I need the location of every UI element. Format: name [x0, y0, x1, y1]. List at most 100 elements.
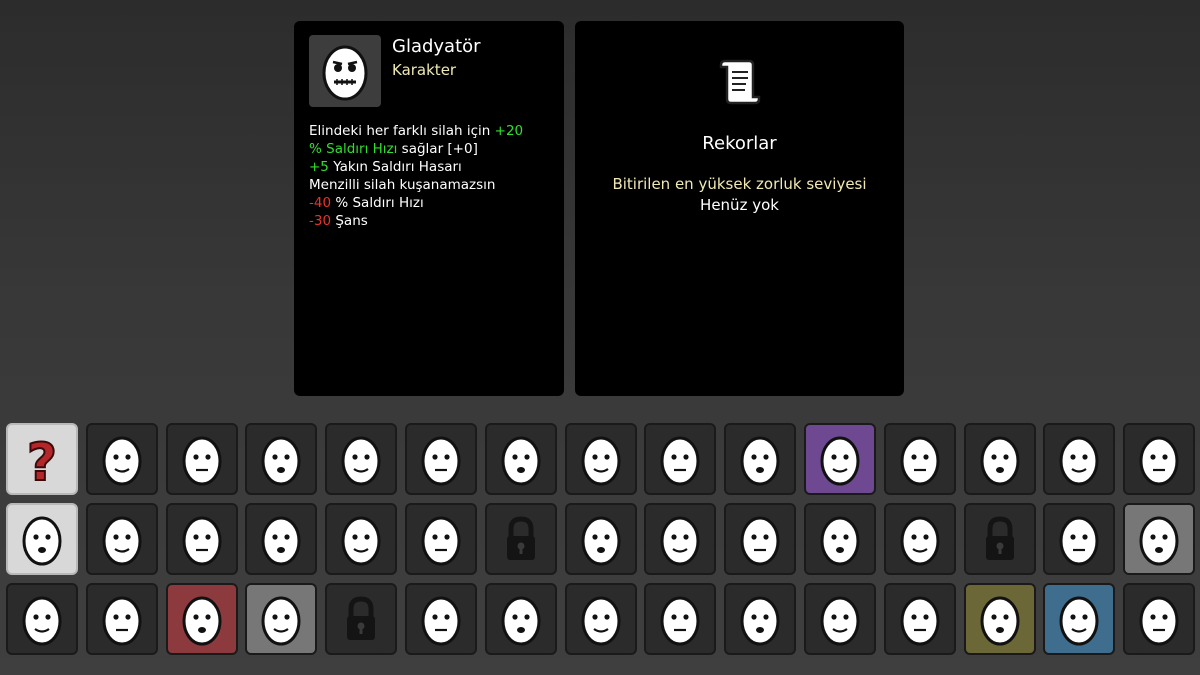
lock-icon [506, 516, 535, 560]
character-masked[interactable] [724, 503, 797, 575]
character-horned[interactable] [1123, 583, 1196, 655]
character-demon[interactable] [165, 583, 238, 655]
character-ghost[interactable] [245, 583, 318, 655]
effect-line: Elindeki her farklı silah için +20 [309, 122, 523, 140]
effect-text: Menzilli silah kuşanamazsın [309, 177, 496, 193]
potato-face-icon [900, 596, 940, 646]
potato-face-icon [501, 596, 541, 646]
potato-face-icon [740, 596, 780, 646]
character-calm[interactable] [724, 583, 797, 655]
potato-face-icon [980, 596, 1020, 646]
effect-text: Elindeki her farklı silah için [309, 123, 495, 139]
character-hairy[interactable] [644, 503, 717, 575]
character-knight[interactable] [564, 503, 637, 575]
effect-line: -30 Şans [309, 212, 523, 230]
potato-face-icon [900, 516, 940, 566]
character-sleepy[interactable] [405, 503, 477, 575]
character-drooling[interactable] [6, 583, 78, 655]
potato-face-icon [581, 516, 621, 566]
potato-face-icon [1059, 516, 1099, 566]
potato-face-icon [501, 436, 541, 486]
character-gladiator[interactable] [6, 503, 78, 575]
character-happy[interactable] [963, 423, 1036, 495]
effect-text: +20 [494, 123, 524, 139]
character-monocle[interactable] [325, 423, 398, 495]
effect-text: Yakın Saldırı Hasarı [328, 159, 462, 175]
records-title: Rekorlar [702, 133, 777, 154]
effect-line: -40 % Saldırı Hızı [309, 194, 523, 212]
effect-text: +5 [309, 159, 329, 175]
potato-face-icon [22, 516, 62, 566]
character-nerd[interactable] [1043, 503, 1116, 575]
character-ranger[interactable] [405, 583, 477, 655]
character-grid: ? [6, 423, 1196, 673]
potato-face-icon [102, 596, 142, 646]
effect-line: % Saldırı Hızı sağlar [+0] [309, 140, 523, 158]
character-cool-shades[interactable] [883, 583, 956, 655]
character-heart-eyes[interactable] [1123, 423, 1196, 495]
potato-face-icon [1059, 596, 1099, 646]
records-label: Bitirilen en yüksek zorluk seviyesi [612, 175, 867, 193]
character-furious[interactable] [963, 583, 1036, 655]
character-crying[interactable] [325, 503, 398, 575]
character-open-mouth[interactable] [883, 423, 956, 495]
effect-text: Şans [331, 213, 368, 229]
potato-face-icon [660, 596, 700, 646]
character-effects: Elindeki her farklı silah için +20% Sald… [309, 122, 523, 230]
potato-face-icon [660, 516, 700, 566]
effect-line: Menzilli silah kuşanamazsın [309, 176, 523, 194]
potato-face-icon [581, 436, 621, 486]
random-character[interactable]: ? [6, 423, 78, 495]
character-bruised[interactable] [165, 423, 238, 495]
character-rock[interactable] [484, 583, 557, 655]
character-flat[interactable] [85, 423, 158, 495]
effect-text: -40 [309, 195, 332, 211]
potato-face-icon [980, 436, 1020, 486]
character-spiked[interactable] [804, 583, 876, 655]
effect-text: % Saldırı Hızı [331, 195, 424, 211]
character-sweaty[interactable] [165, 503, 238, 575]
potato-face-icon [740, 516, 780, 566]
potato-face-icon [102, 516, 142, 566]
character-wide-eyed[interactable] [644, 423, 717, 495]
potato-face-icon [581, 596, 621, 646]
potato-face-icon [182, 596, 222, 646]
lock-icon [347, 596, 376, 640]
effect-line: +5 Yakın Saldırı Hasarı [309, 158, 523, 176]
character-locked-3[interactable] [325, 583, 398, 655]
svg-text:?: ? [27, 433, 57, 493]
character-viking[interactable] [1123, 503, 1196, 575]
potato-face-icon [421, 596, 461, 646]
character-mustache[interactable] [564, 423, 637, 495]
potato-face-icon [1139, 436, 1179, 486]
character-king[interactable] [564, 583, 637, 655]
potato-face-icon [261, 436, 301, 486]
records-value: Henüz yok [700, 196, 779, 214]
effect-text: -30 [309, 213, 332, 229]
potato-face-icon [1139, 516, 1179, 566]
potato-face-icon [102, 436, 142, 486]
character-plain[interactable] [85, 503, 158, 575]
gladiator-face-icon [322, 45, 368, 101]
character-sad[interactable] [1043, 423, 1116, 495]
potato-face-icon [1059, 436, 1099, 486]
character-ninja[interactable] [804, 503, 876, 575]
potato-face-icon [182, 516, 222, 566]
character-locked-1[interactable] [484, 503, 557, 575]
character-bearded-elder[interactable] [405, 423, 477, 495]
character-multi-eyed[interactable] [724, 423, 797, 495]
character-grumpy[interactable] [85, 583, 158, 655]
potato-face-icon [421, 516, 461, 566]
character-locked-2[interactable] [963, 503, 1036, 575]
lock-icon [985, 516, 1014, 560]
character-smirk[interactable] [245, 423, 318, 495]
character-angry-bearded[interactable] [804, 423, 876, 495]
character-chef[interactable] [1043, 583, 1116, 655]
character-surprised[interactable] [484, 423, 557, 495]
character-glasses-grin[interactable] [883, 503, 956, 575]
character-goatee[interactable] [245, 503, 318, 575]
records-scroll-icon [715, 55, 763, 107]
potato-face-icon [1139, 596, 1179, 646]
character-mutant[interactable] [644, 583, 717, 655]
potato-face-icon [341, 516, 381, 566]
